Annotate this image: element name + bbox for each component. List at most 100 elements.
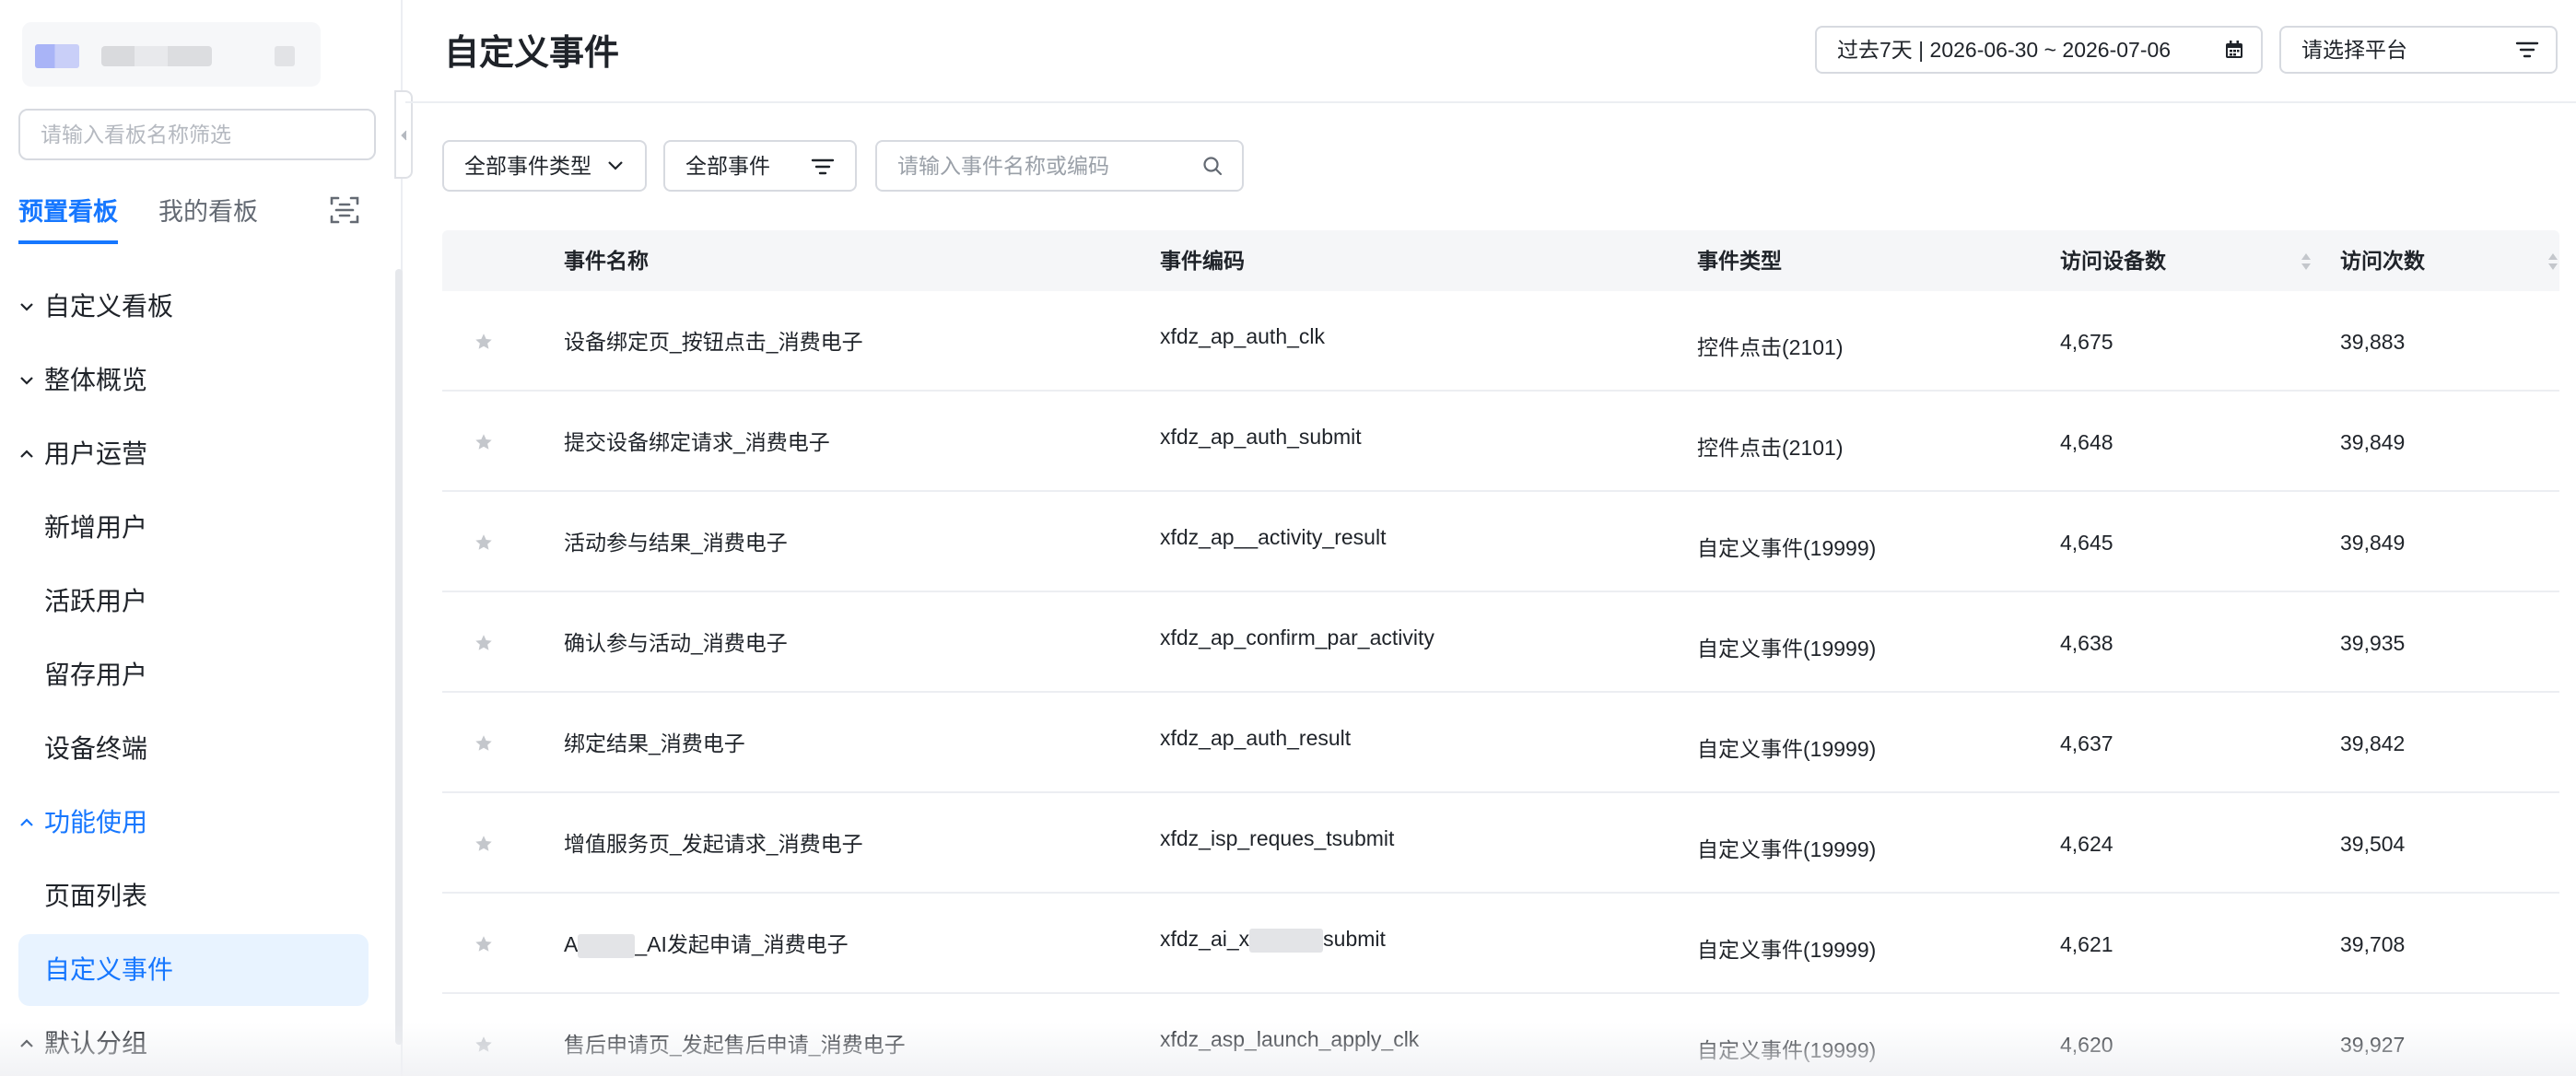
event-code: xfdz_ap_auth_submit (1160, 425, 1362, 449)
event-type: 控件点击(2101) (1697, 335, 1844, 359)
scan-icon[interactable] (328, 193, 361, 227)
nav-label: 功能使用 (44, 808, 148, 836)
visit-count: 39,708 (2340, 932, 2406, 956)
nav-item-devices[interactable]: 设备终端 (18, 717, 369, 781)
nav-label: 自定义看板 (44, 292, 174, 321)
device-count: 4,621 (2060, 932, 2113, 956)
nav-group-overview[interactable]: 整体概览 (18, 348, 369, 413)
redacted-text (578, 933, 636, 958)
header-divider (405, 101, 2576, 103)
tab-preset-boards[interactable]: 预置看板 (18, 192, 118, 244)
event-code: xfdz_asp_launch_apply_clk (1160, 1027, 1420, 1051)
events-table: 事件名称 事件编码 事件类型 访问设备数 访问次数 设备绑定页_按钮点击_消费电… (442, 230, 2559, 1076)
event-scope-label: 全部事件 (685, 154, 770, 178)
column-header-visit-count[interactable]: 访问次数 (2340, 230, 2425, 291)
column-header-event-type: 事件类型 (1697, 249, 1782, 273)
event-search-input[interactable] (875, 140, 1244, 192)
nav-item-retained-users[interactable]: 留存用户 (18, 643, 369, 708)
visit-count: 39,935 (2340, 631, 2406, 655)
column-header-event-name: 事件名称 (564, 249, 649, 273)
logo-mark (35, 44, 79, 68)
nav-group-feature-usage[interactable]: 功能使用 (18, 790, 369, 855)
chevron-down-icon (20, 303, 33, 311)
device-count: 4,637 (2060, 731, 2113, 755)
sidebar-scrollbar[interactable] (395, 269, 403, 1045)
nav-label: 用户运营 (44, 439, 148, 468)
table-row[interactable]: 增值服务页_发起请求_消费电子 xfdz_isp_reques_tsubmit … (442, 793, 2559, 894)
table-row[interactable]: A _AI发起申请_消费电子 xfdz_ai_x submit 自定义事件(1999… (442, 894, 2559, 994)
event-code: xfdz_isp_reques_tsubmit (1160, 826, 1395, 850)
event-name: 设备绑定页_按钮点击_消费电子 (564, 330, 863, 354)
app-logo[interactable] (22, 22, 321, 87)
nav-item-custom-events[interactable]: 自定义事件 (18, 934, 369, 1006)
nav-label: 默认分组 (44, 1029, 148, 1058)
event-name: 确认参与活动_消费电子 (564, 631, 788, 655)
visit-count: 39,849 (2340, 531, 2406, 555)
filter-icon (2515, 41, 2539, 58)
visit-count: 39,842 (2340, 731, 2406, 755)
platform-select[interactable]: 请选择平台 (2279, 26, 2558, 74)
star-icon[interactable] (474, 1035, 494, 1055)
page-title: 自定义事件 (444, 34, 620, 73)
table-row[interactable]: 提交设备绑定请求_消费电子 xfdz_ap_auth_submit 控件点击(2… (442, 392, 2559, 492)
board-search-input[interactable] (18, 109, 376, 160)
table-row[interactable]: 设备绑定页_按钮点击_消费电子 xfdz_ap_auth_clk 控件点击(21… (442, 291, 2559, 392)
nav-item-active-users[interactable]: 活跃用户 (18, 569, 369, 634)
logo-text-redacted (275, 46, 295, 66)
star-icon[interactable] (474, 733, 494, 754)
event-type: 自定义事件(19999) (1697, 536, 1877, 560)
chevron-down-icon (608, 161, 623, 170)
nav-label: 整体概览 (44, 366, 148, 394)
event-name: 售后申请页_发起售后申请_消费电子 (564, 1033, 906, 1057)
column-header-event-code: 事件编码 (1160, 249, 1245, 273)
table-row[interactable]: 绑定结果_消费电子 xfdz_ap_auth_result 自定义事件(1999… (442, 693, 2559, 793)
nav-group-custom-board[interactable]: 自定义看板 (18, 275, 369, 339)
event-name-prefix: A (564, 932, 579, 956)
device-count: 4,648 (2060, 430, 2113, 454)
event-type: 自定义事件(19999) (1697, 938, 1877, 962)
search-icon[interactable] (1201, 155, 1224, 177)
table-row[interactable]: 售后申请页_发起售后申请_消费电子 xfdz_asp_launch_apply_… (442, 994, 2559, 1076)
event-code: xfdz_ap_confirm_par_activity (1160, 626, 1434, 649)
sort-icon[interactable] (2547, 251, 2559, 273)
chevron-up-icon (20, 818, 33, 826)
event-name-suffix: _AI发起申请_消费电子 (635, 932, 849, 956)
event-type: 控件点击(2101) (1697, 436, 1844, 460)
device-count: 4,620 (2060, 1033, 2113, 1057)
star-icon[interactable] (474, 633, 494, 653)
nav-group-user-ops[interactable]: 用户运营 (18, 422, 369, 486)
nav-item-page-list[interactable]: 页面列表 (18, 864, 369, 929)
table-row[interactable]: 活动参与结果_消费电子 xfdz_ap__activity_result 自定义… (442, 492, 2559, 592)
main-content: 自定义事件 过去7天 | 2026-06-30 ~ 2026-07-06 请选择… (405, 0, 2576, 1076)
chevron-down-icon (20, 377, 33, 385)
date-range-picker[interactable]: 过去7天 | 2026-06-30 ~ 2026-07-06 (1815, 26, 2263, 74)
event-type: 自定义事件(19999) (1697, 637, 1877, 661)
event-type: 自定义事件(19999) (1697, 1038, 1877, 1062)
device-count: 4,624 (2060, 832, 2113, 856)
table-row[interactable]: 确认参与活动_消费电子 xfdz_ap_confirm_par_activity… (442, 592, 2559, 693)
event-name: 活动参与结果_消费电子 (564, 531, 788, 555)
event-code-suffix: submit (1323, 927, 1386, 951)
event-scope-filter[interactable]: 全部事件 (663, 140, 857, 192)
platform-placeholder: 请选择平台 (2301, 38, 2407, 62)
nav-group-default[interactable]: 默认分组 (18, 1012, 369, 1076)
calendar-icon (2226, 41, 2242, 58)
column-header-device-count[interactable]: 访问设备数 (2060, 230, 2166, 291)
star-icon[interactable] (474, 532, 494, 553)
event-name: 增值服务页_发起请求_消费电子 (564, 832, 863, 856)
star-icon[interactable] (474, 332, 494, 352)
chevron-up-icon (20, 450, 33, 458)
tab-my-boards[interactable]: 我的看板 (158, 192, 258, 240)
logo-text-redacted (101, 46, 212, 66)
star-icon[interactable] (474, 834, 494, 854)
sort-icon[interactable] (2300, 251, 2313, 273)
star-icon[interactable] (474, 934, 494, 954)
nav-item-new-users[interactable]: 新增用户 (18, 496, 369, 560)
event-type-dropdown[interactable]: 全部事件类型 (442, 140, 647, 192)
star-icon[interactable] (474, 432, 494, 452)
visit-count: 39,927 (2340, 1033, 2406, 1057)
event-code-prefix: xfdz_ai_x (1160, 927, 1250, 951)
visit-count: 39,504 (2340, 832, 2406, 856)
chevron-up-icon (20, 1039, 33, 1047)
event-type-label: 全部事件类型 (464, 154, 591, 178)
